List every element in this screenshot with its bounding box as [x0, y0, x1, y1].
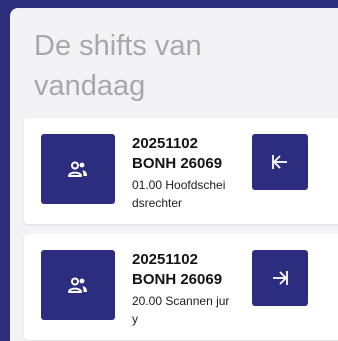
shift-description: 20.00 Scannen jury [132, 294, 230, 326]
check-out-button[interactable] [252, 250, 308, 306]
shift-date: 20251102 [132, 135, 198, 152]
shift-card: 20251102 BONH 26069 20.00 Scannen jury [24, 234, 338, 340]
person-button[interactable] [41, 250, 115, 320]
shift-code: BONH 26069 [132, 271, 223, 288]
check-in-button[interactable] [252, 134, 308, 190]
arrow-right-to-bar-icon [273, 271, 288, 285]
shift-card: 20251102 BONH 26069 01.00 Hoofdscheidsre… [24, 118, 338, 224]
shift-code: BONH 26069 [132, 155, 223, 172]
shift-info: 20251102 BONH 26069 20.00 Scannen jury [132, 250, 242, 328]
shift-info: 20251102 BONH 26069 01.00 Hoofdscheidsre… [132, 134, 242, 212]
shift-date: 20251102 [132, 251, 198, 268]
shifts-panel: De shifts van vandaag 20251102 BONH 2606… [10, 8, 338, 341]
people-icon [68, 161, 87, 177]
page-title: De shifts van vandaag [34, 30, 202, 102]
person-button[interactable] [41, 134, 115, 204]
shift-description: 01.00 Hoofdscheidsrechter [132, 178, 226, 210]
arrow-left-to-bar-icon [272, 155, 287, 169]
people-icon [68, 277, 87, 293]
